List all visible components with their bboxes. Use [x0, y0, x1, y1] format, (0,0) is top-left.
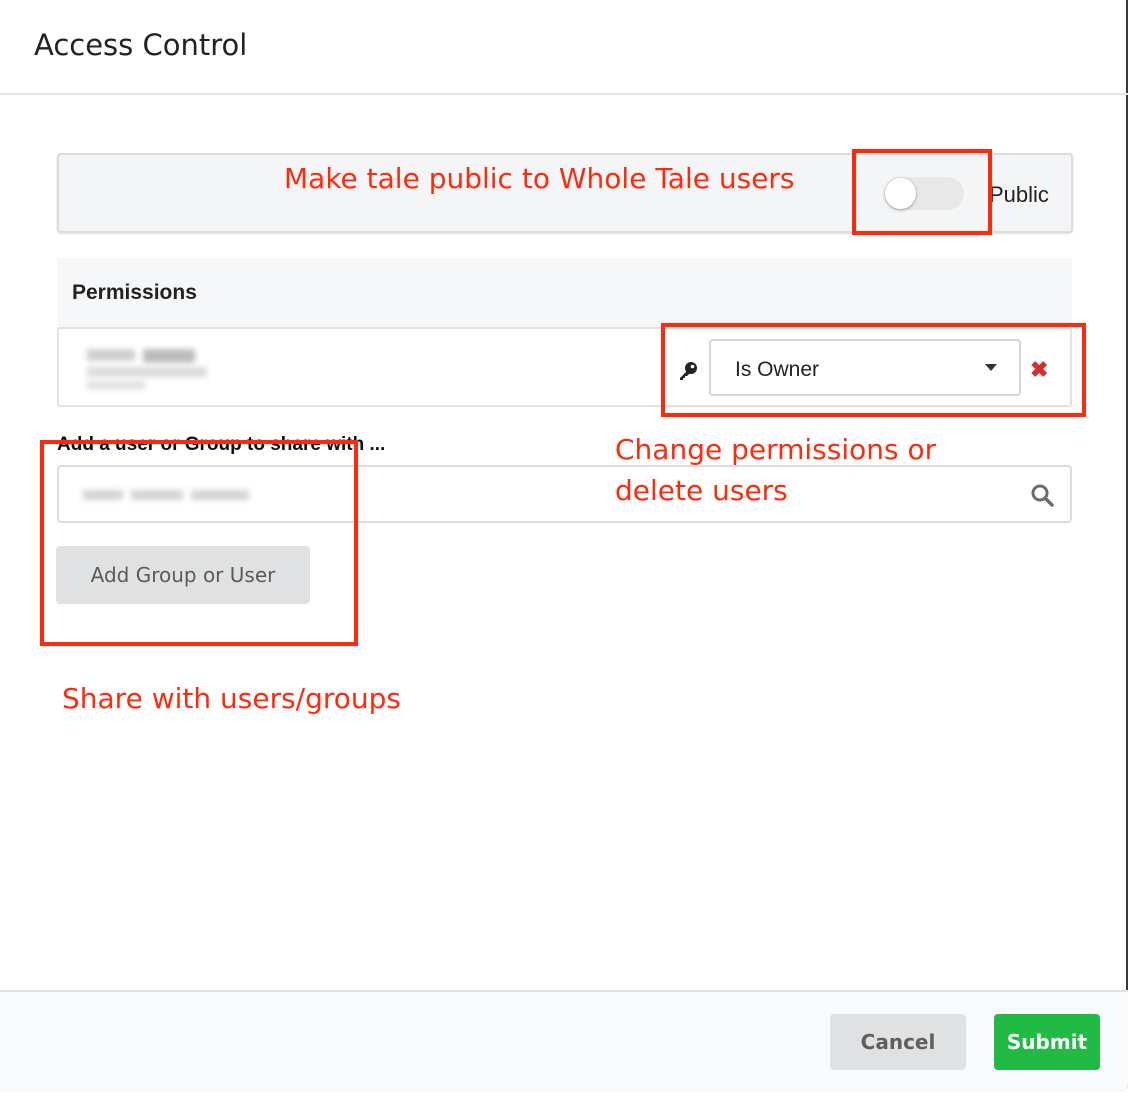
- modal-title: Access Control: [34, 28, 248, 62]
- annotation-share-note: Share with users/groups: [62, 682, 402, 715]
- annotation-public-note: Make tale public to Whole Tale users: [284, 162, 795, 195]
- annotation-box-permissions: [661, 323, 1086, 417]
- cancel-button[interactable]: Cancel: [830, 1014, 966, 1070]
- submit-button[interactable]: Submit: [994, 1014, 1100, 1070]
- annotation-permissions-note-line1: Change permissions or: [615, 433, 937, 466]
- search-icon[interactable]: [1030, 483, 1054, 507]
- permissions-header: [57, 258, 1072, 328]
- modal-header: Access Control: [0, 0, 1128, 95]
- annotation-permissions-note-line2: delete users: [615, 474, 788, 507]
- annotation-box-public: [852, 149, 992, 235]
- annotation-box-share: [40, 440, 358, 646]
- permissions-title: Permissions: [72, 281, 197, 304]
- public-toggle-label: Public: [989, 182, 1049, 207]
